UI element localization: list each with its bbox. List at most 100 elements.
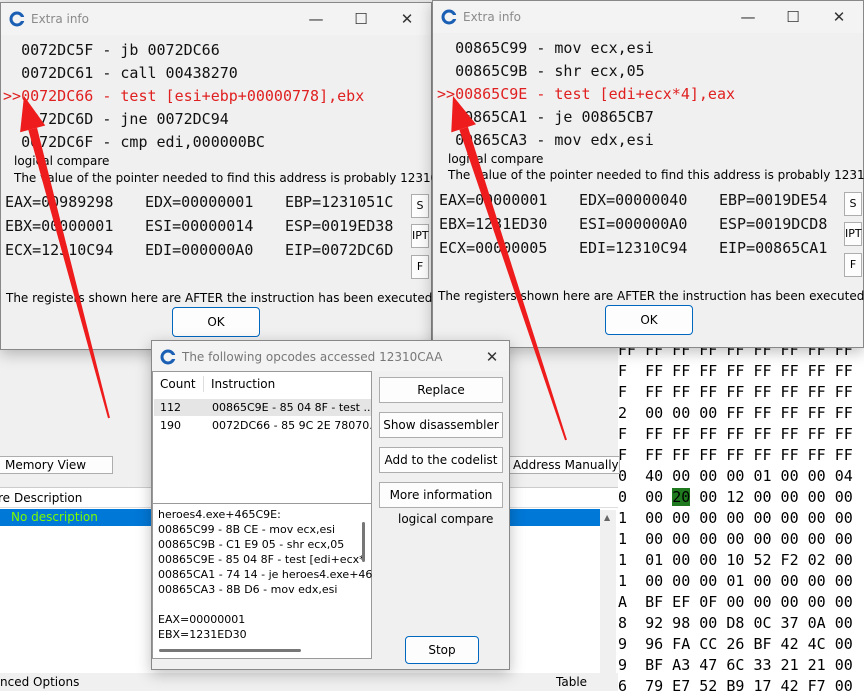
- instruction-text: 00865C9B - shr ecx,05: [455, 62, 645, 80]
- opcode-info-box[interactable]: heroes4.exe+465C9E: 00865C99 - 8B CE - mo…: [152, 503, 372, 659]
- line-marker: [3, 133, 21, 151]
- current-instruction-line: >>00865C9E - test [edi+ecx*4],eax: [437, 83, 735, 106]
- instruction-text: 00865CA3 - mov edx,esi: [455, 131, 654, 149]
- hex-row: 8 92 98 00 D8 0C 37 0A 00: [618, 614, 853, 632]
- window-title: Extra info: [31, 12, 89, 26]
- pointer-note: The value of the pointer needed to find …: [448, 168, 864, 182]
- ok-button[interactable]: OK: [172, 307, 260, 337]
- maximize-icon[interactable]: ☐: [783, 7, 803, 27]
- advanced-options-link[interactable]: nced Options: [0, 673, 79, 691]
- row-instruction: 0072DC66 - 85 9C 2E 78070...: [212, 419, 371, 432]
- after-note: The registers shown here are AFTER the i…: [438, 289, 864, 303]
- maximize-icon[interactable]: ☐: [351, 9, 371, 29]
- register-value: EAX=00000001: [439, 191, 548, 209]
- ipt-button[interactable]: IPT: [411, 224, 429, 248]
- replace-button[interactable]: Replace: [379, 377, 503, 403]
- line-marker: [3, 110, 21, 128]
- list-item[interactable]: 190 0072DC66 - 85 9C 2E 78070...: [154, 417, 371, 434]
- memory-view-button[interactable]: Memory View: [0, 456, 113, 474]
- line-marker: >>: [3, 87, 22, 105]
- stop-button[interactable]: Stop: [405, 636, 479, 664]
- flags-button[interactable]: F: [411, 255, 429, 279]
- opcodes-list[interactable]: Count Instruction 112 00865C9E - 85 04 8…: [152, 371, 372, 507]
- stack-button[interactable]: S: [411, 194, 429, 218]
- hex-row: 9 BF A3 47 6C 33 21 21 00: [618, 656, 853, 674]
- instruction-comment: logical compare: [398, 512, 494, 526]
- horizontal-scrollbar[interactable]: [159, 649, 301, 652]
- hex-row: 9 96 FA CC 26 BF 42 4C 00: [618, 635, 853, 653]
- disassembly-line: 00865CA1 - je 00865CB7: [437, 106, 654, 129]
- hex-row: 1 00 00 00 01 00 00 00 00: [618, 572, 853, 590]
- more-information-button[interactable]: More information: [379, 482, 503, 508]
- hex-row: 2 00 00 00 FF FF FF FF FF: [618, 404, 853, 422]
- list-item[interactable]: 112 00865C9E - 85 04 8F - test ...: [154, 399, 371, 416]
- column-count[interactable]: Count: [160, 372, 196, 396]
- status-bar: nced Options Table Extras: [0, 673, 618, 691]
- show-disassembler-button[interactable]: Show disassembler: [379, 412, 503, 438]
- disassembly-line: 0072DC6F - cmp edi,000000BC: [3, 131, 265, 154]
- close-icon[interactable]: ✕: [482, 347, 502, 367]
- extra-info-window-2: Extra info — ☐ ✕ 00865C99 - mov ecx,esi …: [432, 0, 864, 348]
- minimize-icon[interactable]: —: [306, 9, 326, 29]
- hex-row: F FF FF FF FF FF FF FF FF: [618, 383, 853, 401]
- instruction-text: 00865CA1 - je 00865CB7: [455, 108, 654, 126]
- hex-view[interactable]: FF FF FF FF FF FF FF FF FF F FF FF FF FF …: [618, 344, 864, 691]
- row-count: 190: [160, 419, 181, 432]
- info-line: EAX=00000001: [158, 613, 246, 626]
- disassembly-line: 0072DC61 - call 00438270: [3, 62, 238, 85]
- register-value: EBX=00000001: [5, 217, 114, 235]
- add-to-codelist-button[interactable]: Add to the codelist: [379, 447, 503, 473]
- title-bar[interactable]: The following opcodes accessed 12310CAA …: [152, 341, 509, 371]
- hex-row: F FF FF FF FF FF FF FF FF: [618, 362, 853, 380]
- add-address-manually-button[interactable]: Address Manually: [508, 456, 620, 474]
- pointer-note: The value of the pointer needed to find …: [14, 171, 462, 185]
- register-value: ESP=0019DCD8: [719, 215, 828, 233]
- title-bar[interactable]: Extra info — ☐ ✕: [433, 1, 863, 33]
- hex-byte-selected[interactable]: 20: [672, 488, 691, 506]
- disassembly-line: 0072DC6D - jne 0072DC94: [3, 108, 229, 131]
- instruction-text: 0072DC6D - jne 0072DC94: [21, 110, 229, 128]
- line-marker: [437, 62, 455, 80]
- info-line: heroes4.exe+465C9E:: [158, 508, 281, 521]
- info-line: 00865C99 - 8B CE - mov ecx,esi: [158, 523, 336, 536]
- table-scrollbar[interactable]: ▲: [600, 510, 616, 675]
- ipt-button[interactable]: IPT: [844, 222, 862, 246]
- register-value: EDI=000000A0: [145, 241, 254, 259]
- cheat-engine-icon: [160, 349, 176, 365]
- hex-row: A BF EF 0F 00 00 00 00 00: [618, 593, 853, 611]
- register-value: EAX=00989298: [5, 193, 114, 211]
- vertical-scrollbar[interactable]: [362, 522, 365, 562]
- stack-button[interactable]: S: [844, 192, 862, 216]
- register-value: EDX=00000001: [145, 193, 254, 211]
- register-value: ESP=0019ED38: [285, 217, 394, 235]
- close-icon[interactable]: ✕: [829, 7, 849, 27]
- row-description: No description: [11, 510, 98, 524]
- register-value: EBP=0019DE54: [719, 191, 828, 209]
- after-note: The registers shown here are AFTER the i…: [6, 291, 433, 305]
- disassembly-line: 00865C99 - mov ecx,esi: [437, 37, 654, 60]
- line-marker: >>: [437, 85, 456, 103]
- header-description: Description: [14, 491, 83, 505]
- close-icon[interactable]: ✕: [397, 9, 417, 29]
- cheat-engine-icon: [9, 11, 25, 27]
- flags-button[interactable]: F: [844, 253, 862, 277]
- line-marker: [3, 64, 21, 82]
- register-value: EIP=00865CA1: [719, 239, 828, 257]
- register-value: EIP=0072DC6D: [285, 241, 394, 259]
- register-value: EDX=00000040: [579, 191, 688, 209]
- scroll-up-icon[interactable]: ▲: [604, 513, 610, 522]
- title-bar[interactable]: Extra info — ☐ ✕: [1, 3, 431, 35]
- info-line: 00865CA3 - 8B D6 - mov edx,esi: [158, 583, 338, 596]
- register-value: EBX=1231ED30: [439, 215, 548, 233]
- row-count: 112: [160, 401, 181, 414]
- hex-row: 0 00 20 00 12 00 00 00 00: [618, 488, 853, 506]
- column-divider: [203, 376, 204, 392]
- column-instruction[interactable]: Instruction: [211, 372, 275, 396]
- instruction-text: 0072DC61 - call 00438270: [21, 64, 238, 82]
- hex-row: 1 00 00 00 00 00 00 00 00: [618, 530, 853, 548]
- table-extras-link[interactable]: Table Extras: [556, 673, 618, 691]
- minimize-icon[interactable]: —: [738, 7, 758, 27]
- ok-button[interactable]: OK: [605, 305, 693, 335]
- cheat-engine-icon: [441, 9, 457, 25]
- register-value: EDI=12310C94: [579, 239, 688, 257]
